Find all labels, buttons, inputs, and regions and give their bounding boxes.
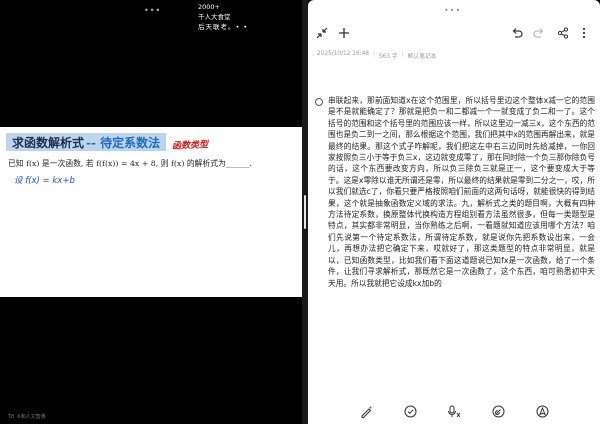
bottom-toolbar [308,398,600,424]
overlay-line2: 千人大食堂 [198,13,231,21]
video-pane[interactable]: ••• 2000+ 千人大食堂 后天联考。• • 求函数解析式 -- 待定系数法… [0,0,302,424]
handwritten-red-note: 函数类型 [171,140,209,152]
link-circle-icon[interactable] [488,401,508,421]
overlay-line3: 后天联考。• • [198,23,249,31]
microphone-icon[interactable] [444,401,464,421]
note-char-count: 563 字 [378,54,398,60]
note-body[interactable]: 串联起来，那前面知道x在这个范围里，所以括号里边这个整体x减一它的范围是不是就能… [315,95,595,289]
video-overlay-text: 2000+ 千人大食堂 后天联考。• • [198,2,248,32]
note-text[interactable]: 串联起来，那前面知道x在这个范围里，所以括号里边这个整体x减一它的范围是不是就能… [328,95,595,289]
more-vertical-icon[interactable] [576,22,592,44]
compass-circle-icon[interactable] [532,401,552,421]
handwritten-blue-note: 设 f(x) = kx+b [14,176,75,186]
video-watermark: T8 ·K和人文智惠 [8,414,46,420]
check-circle-icon[interactable] [400,401,420,421]
collapse-diagonal-icon[interactable] [312,22,332,44]
pane-drag-dots[interactable]: ••• [144,6,161,15]
meta-separator: | [372,51,375,57]
slide-problem-text: 已知 f(x) 是一次函数, 若 f(f(x)) = 4x + 8, 则 f(x… [8,159,252,168]
notes-pane: ••• 2025/10/12 16:48 | 563 字 | 默认笔记本 串联起… [308,0,600,424]
divider-handle[interactable] [304,195,306,229]
plus-icon[interactable] [334,22,354,44]
bullet-circle-icon[interactable] [315,98,323,106]
meta-separator: | [401,51,404,57]
note-meta: 2025/10/12 16:48 | 563 字 | 默认笔记本 [317,51,437,60]
lecture-slide: 求函数解析式 -- 待定系数法 函数类型 已知 f(x) 是一次函数, 若 f(… [0,127,302,297]
pane-drag-dots[interactable]: ••• [444,6,461,15]
note-notebook[interactable]: 默认笔记本 [408,51,437,60]
pen-sparkle-icon[interactable] [356,401,376,421]
slide-title: 求函数解析式 [12,135,85,150]
notes-toolbar [308,22,600,46]
slide-subtitle: -- 待定系数法 [86,135,161,150]
redo-icon[interactable] [530,22,548,44]
split-screen-root: ••• 2000+ 千人大食堂 后天联考。• • 求函数解析式 -- 待定系数法… [0,0,600,424]
slide-title-bar: 求函数解析式 -- 待定系数法 [6,133,167,151]
overlay-line1: 2000+ [198,3,220,11]
undo-icon[interactable] [508,22,526,44]
share-icon[interactable] [554,22,572,44]
note-datetime: 2025/10/12 16:48 [317,51,369,57]
